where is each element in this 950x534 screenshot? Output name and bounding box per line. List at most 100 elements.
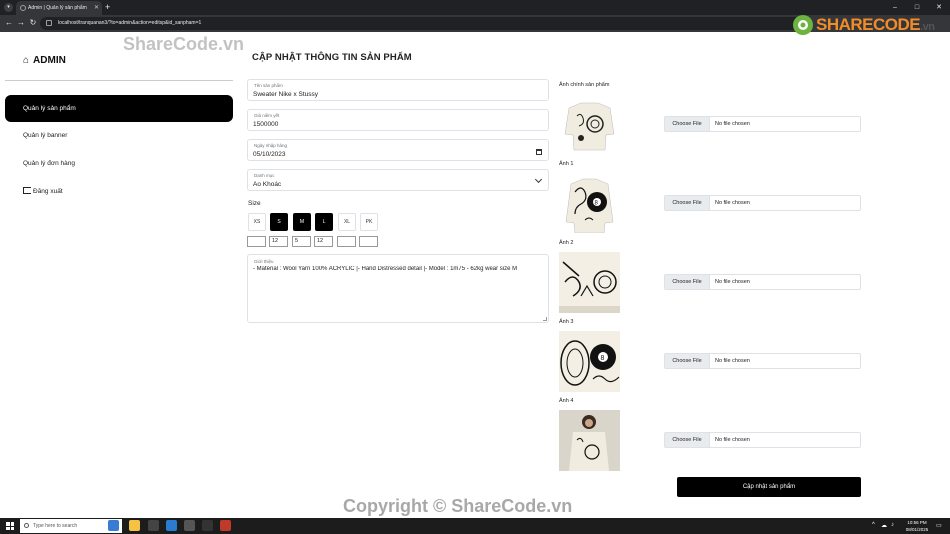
product-image-1: 8 — [559, 172, 620, 233]
logo-text: SHARECODE.vn — [816, 15, 935, 34]
tab-favicon-icon — [20, 5, 26, 11]
file-status: No file chosen — [715, 279, 750, 285]
file-status: No file chosen — [715, 121, 750, 127]
size-button-xs[interactable]: XS — [248, 213, 266, 231]
volume-icon[interactable]: ♪ — [891, 522, 894, 528]
back-icon[interactable]: ← — [3, 17, 15, 29]
sidebar-item-label: Quản lý sản phẩm — [23, 105, 76, 112]
qty-input-l[interactable]: 12 — [314, 236, 333, 247]
qty-input-s[interactable]: 12 — [269, 236, 288, 247]
category-select[interactable]: Danh mục Ao Khoác — [247, 169, 549, 191]
price-field[interactable]: Giá niêm yết 1500000 — [247, 109, 549, 131]
image-3-file-input[interactable]: Choose File No file chosen — [664, 353, 861, 369]
description-textarea[interactable]: Giới thiệu - Material : Wool Yarn 100% A… — [247, 254, 549, 323]
price-value: 1500000 — [253, 121, 279, 128]
browser-tab[interactable]: Admin | Quản lý sản phẩm ✕ — [16, 1, 102, 15]
sharecode-logo-icon — [793, 15, 813, 35]
qty-input-xl[interactable] — [337, 236, 356, 247]
sidebar-item-banner[interactable]: Quản lý banner — [5, 122, 233, 149]
svg-text:8: 8 — [601, 355, 605, 362]
price-label: Giá niêm yết — [254, 113, 280, 118]
taskbar-clock[interactable]: 10:56 PM 08/01/2025 — [903, 519, 931, 533]
tray-chevron-icon[interactable]: ^ — [872, 522, 875, 528]
site-info-icon[interactable] — [46, 20, 52, 26]
tab-close-icon[interactable]: ✕ — [94, 1, 99, 15]
new-tab-button[interactable]: + — [105, 1, 110, 14]
weather-widget-icon[interactable] — [108, 520, 119, 531]
image-3-label: Ảnh 3 — [559, 319, 574, 325]
size-button-xl[interactable]: XL — [338, 213, 356, 231]
search-icon — [24, 523, 29, 528]
sidebar-item-label: Đăng xuất — [33, 188, 63, 195]
logout-icon — [23, 186, 31, 194]
image-1-label: Ảnh 1 — [559, 161, 574, 167]
qty-input-pk[interactable] — [359, 236, 378, 247]
update-product-button[interactable]: Cập nhật sản phẩm — [677, 477, 861, 497]
resize-handle-icon[interactable] — [543, 317, 547, 321]
product-name-field[interactable]: Tên sản phẩm Sweater Nike x Stussy — [247, 79, 549, 101]
watermark-bottom: Copyright © ShareCode.vn — [343, 496, 573, 516]
app-icon-red[interactable] — [220, 520, 231, 531]
choose-file-button[interactable]: Choose File — [665, 196, 710, 210]
sidebar-item-label: Quản lý đơn hàng — [23, 160, 75, 167]
windows-start-icon[interactable] — [6, 522, 14, 530]
tab-search-icon[interactable]: ▾ — [4, 3, 13, 12]
choose-file-button[interactable]: Choose File — [665, 433, 710, 447]
page-title: CẬP NHẬT THÔNG TIN SẢN PHẨM — [252, 52, 412, 63]
qty-input-xs[interactable] — [247, 236, 266, 247]
image-4-file-input[interactable]: Choose File No file chosen — [664, 432, 861, 448]
calendar-icon[interactable] — [536, 149, 542, 155]
network-icon[interactable]: ☁ — [881, 522, 887, 529]
vscode-icon[interactable] — [166, 520, 177, 531]
import-date-value: 05/10/2023 — [253, 151, 286, 158]
notification-icon[interactable]: ▭ — [936, 522, 942, 529]
description-label: Giới thiệu — [254, 259, 274, 264]
image-1-file-input[interactable]: Choose File No file chosen — [664, 195, 861, 211]
qty-input-m[interactable]: 5 — [292, 236, 311, 247]
choose-file-button[interactable]: Choose File — [665, 354, 710, 368]
home-icon: ⌂ — [23, 55, 30, 66]
windows-taskbar: Type here to search ^ ☁ ♪ 10:56 PM 08/01… — [0, 518, 950, 534]
choose-file-button[interactable]: Choose File — [665, 275, 710, 289]
product-image-2 — [559, 252, 620, 313]
file-status: No file chosen — [715, 358, 750, 364]
category-label: Danh mục — [254, 173, 275, 178]
product-image-3: 8 — [559, 331, 620, 392]
taskbar-search[interactable]: Type here to search — [20, 519, 122, 533]
description-value: - Material : Wool Yarn 100% ACRYLIC |- H… — [253, 266, 518, 272]
size-button-pk[interactable]: PK — [360, 213, 378, 231]
product-image-4 — [559, 410, 620, 471]
main-image-file-input[interactable]: Choose File No file chosen — [664, 116, 861, 132]
file-status: No file chosen — [715, 437, 750, 443]
chrome-icon[interactable] — [148, 520, 159, 531]
image-2-label: Ảnh 2 — [559, 240, 574, 246]
tab-title: Admin | Quản lý sản phẩm — [28, 5, 87, 11]
choose-file-button[interactable]: Choose File — [665, 117, 710, 131]
chevron-down-icon — [534, 175, 543, 184]
product-name-value: Sweater Nike x Stussy — [253, 91, 319, 98]
sidebar-item-label: Quản lý banner — [23, 132, 68, 139]
app-icon[interactable] — [184, 520, 195, 531]
category-value: Ao Khoác — [253, 181, 282, 188]
sidebar-item-products[interactable]: Quản lý sản phẩm — [5, 95, 233, 122]
import-date-field[interactable]: Ngày nhập hàng 05/10/2023 — [247, 139, 549, 161]
terminal-icon[interactable] — [202, 520, 213, 531]
address-bar[interactable]: localhost/tranquanan3/?to=admin&action=e… — [40, 17, 810, 30]
url-text: localhost/tranquanan3/?to=admin&action=e… — [58, 20, 202, 26]
image-2-file-input[interactable]: Choose File No file chosen — [664, 274, 861, 290]
sidebar-item-orders[interactable]: Quản lý đơn hàng — [5, 150, 233, 177]
watermark-top: ShareCode.vn — [123, 34, 245, 54]
sidebar-brand: ⌂ ADMIN — [23, 55, 66, 66]
forward-icon[interactable]: → — [15, 17, 27, 29]
sharecode-logo: SHARECODE.vn — [792, 12, 942, 40]
file-explorer-icon[interactable] — [129, 520, 140, 531]
clock-time: 10:56 PM — [907, 520, 927, 525]
product-name-label: Tên sản phẩm — [254, 83, 283, 88]
size-button-m[interactable]: M — [293, 213, 311, 231]
size-button-l[interactable]: L — [315, 213, 333, 231]
sidebar-item-logout[interactable]: Đăng xuất — [5, 178, 233, 205]
size-button-s[interactable]: S — [270, 213, 288, 231]
import-date-label: Ngày nhập hàng — [254, 143, 288, 148]
clock-date: 08/01/2025 — [905, 527, 929, 532]
reload-icon[interactable]: ↻ — [27, 17, 39, 29]
